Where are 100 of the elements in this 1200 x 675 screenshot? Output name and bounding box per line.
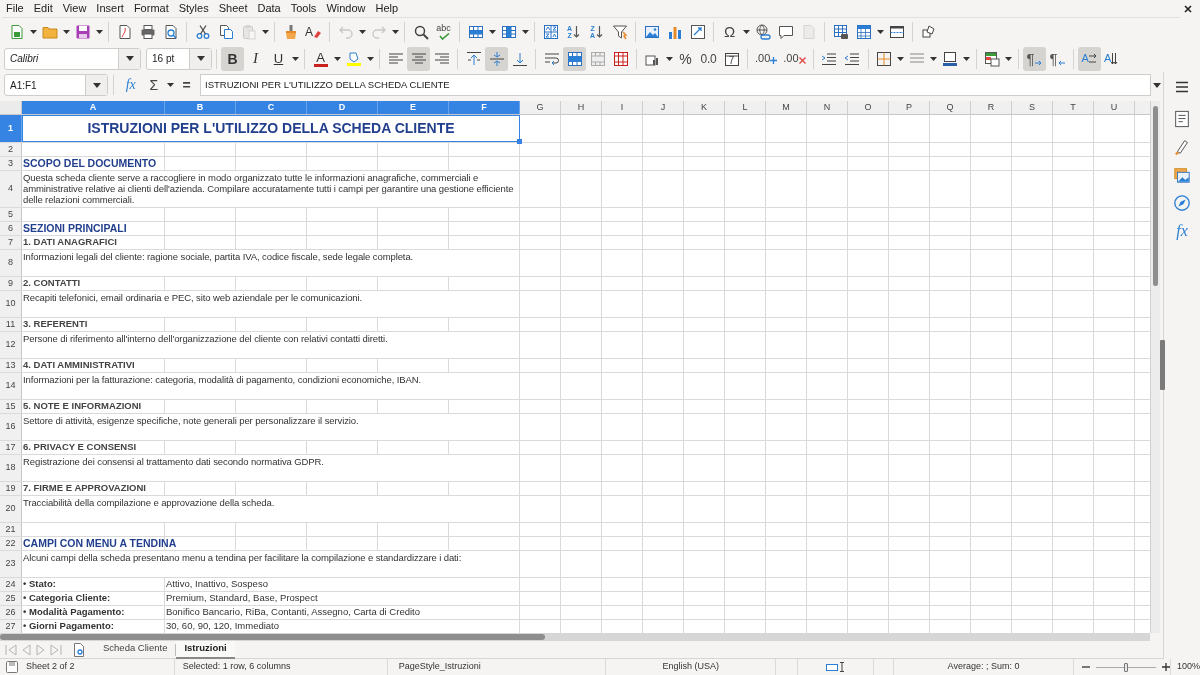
row-header[interactable]: 22 — [0, 537, 22, 550]
column-header[interactable]: Q — [930, 101, 971, 114]
column-header[interactable]: F — [449, 101, 520, 114]
clear-formatting-button[interactable]: A — [302, 19, 325, 44]
close-icon[interactable] — [1184, 4, 1192, 13]
column-header[interactable]: S — [1012, 101, 1053, 114]
column-header[interactable]: R — [971, 101, 1012, 114]
caret-icon[interactable] — [95, 29, 103, 34]
menu-item[interactable]: Data — [252, 0, 286, 17]
caret-icon[interactable] — [125, 56, 134, 61]
zoom-in-icon[interactable] — [1161, 663, 1170, 671]
column-header[interactable]: J — [643, 101, 684, 114]
column-header[interactable]: I — [602, 101, 643, 114]
menu-item[interactable]: Edit — [28, 0, 58, 17]
caret-icon[interactable] — [963, 56, 971, 61]
row-header[interactable]: 20 — [0, 496, 22, 522]
date-button[interactable]: 7 — [720, 46, 743, 71]
caret-icon[interactable] — [196, 56, 205, 61]
text-tb-button[interactable]: A — [1100, 46, 1124, 71]
sheet-tab[interactable]: Scheda Cliente — [95, 640, 176, 659]
row-header[interactable]: 14 — [0, 373, 22, 399]
spelling-button[interactable]: abc — [432, 19, 455, 44]
bold-button[interactable]: B — [221, 46, 244, 71]
row-header[interactable]: 5 — [0, 208, 22, 221]
menu-item[interactable]: Tools — [285, 0, 322, 17]
caret-icon[interactable] — [742, 29, 750, 34]
row-header[interactable]: 4 — [0, 171, 22, 207]
caret-icon[interactable] — [62, 29, 70, 34]
select-all-corner[interactable] — [0, 101, 22, 114]
row-header[interactable]: 13 — [0, 359, 22, 372]
font-name-field[interactable]: Calibri — [4, 47, 141, 70]
column-header[interactable]: G — [520, 101, 561, 114]
row-header[interactable]: 23 — [0, 551, 22, 577]
sum-button[interactable]: Σ — [142, 73, 166, 97]
row-header[interactable]: 6 — [0, 222, 22, 235]
zoom-slider-thumb[interactable] — [1123, 662, 1128, 672]
column-header[interactable]: U — [1094, 101, 1135, 114]
horizontal-scrollbar[interactable] — [0, 633, 1150, 641]
row-header[interactable]: 26 — [0, 606, 22, 619]
save-status-icon[interactable] — [6, 661, 18, 673]
row-header[interactable]: 21 — [0, 523, 22, 536]
row-header[interactable]: 2 — [0, 143, 22, 156]
ltr-button[interactable]: ¶ — [1022, 46, 1046, 71]
column-header[interactable]: O — [848, 101, 889, 114]
column-header[interactable]: B — [165, 101, 236, 114]
sidebar-handle[interactable] — [1160, 340, 1165, 390]
menu-item[interactable]: Sheet — [213, 0, 253, 17]
menu-item[interactable]: Styles — [173, 0, 214, 17]
caret-icon[interactable] — [521, 29, 529, 34]
row-header[interactable]: 24 — [0, 578, 22, 591]
caret-icon[interactable] — [166, 83, 174, 87]
expand-icon[interactable] — [1153, 82, 1162, 88]
last-sheet-icon[interactable] — [49, 643, 63, 656]
caret-icon[interactable] — [488, 29, 496, 34]
caret-icon[interactable] — [930, 56, 938, 61]
add-decimal-button[interactable]: .00 — [752, 46, 781, 71]
caret-icon[interactable] — [291, 56, 299, 61]
column-header[interactable]: N — [807, 101, 848, 114]
formula-button[interactable]: = — [175, 73, 199, 97]
row-header[interactable]: 27 — [0, 620, 22, 633]
menu-icon[interactable] — [1175, 81, 1189, 93]
fill-handle[interactable] — [517, 139, 522, 144]
number-button[interactable]: 0.0 — [697, 46, 720, 71]
functions-deck-button[interactable]: fx — [1169, 218, 1195, 244]
formula-input[interactable]: ISTRUZIONI PER L'UTILIZZO DELLA SCHEDA CLIENTE — [200, 74, 1152, 96]
row-header[interactable]: 19 — [0, 482, 22, 495]
caret-icon[interactable] — [1005, 56, 1013, 61]
caret-icon[interactable] — [333, 56, 341, 61]
name-box[interactable]: A1:F1 — [4, 74, 109, 96]
font-color-button[interactable]: A — [309, 46, 332, 71]
row-header[interactable]: 7 — [0, 236, 22, 249]
merge-center-button[interactable] — [563, 46, 586, 71]
column-header[interactable]: L — [725, 101, 766, 114]
column-header[interactable] — [1135, 101, 1150, 114]
column-header[interactable]: C — [236, 101, 307, 114]
row-header[interactable]: 17 — [0, 441, 22, 454]
zoom-out-icon[interactable] — [1081, 663, 1090, 671]
delete-decimal-button[interactable]: .00 — [780, 46, 809, 71]
special-character-button[interactable]: Ω — [718, 19, 741, 44]
menu-item[interactable]: Help — [370, 0, 404, 17]
column-header[interactable]: P — [889, 101, 930, 114]
caret-icon[interactable] — [897, 56, 905, 61]
underline-button[interactable]: U — [267, 46, 290, 71]
column-header[interactable]: M — [766, 101, 807, 114]
row-header[interactable]: 12 — [0, 332, 22, 358]
font-size-field[interactable]: 16 pt — [146, 47, 212, 70]
row-header[interactable]: 11 — [0, 318, 22, 331]
add-sheet-icon[interactable] — [73, 642, 85, 657]
column-header[interactable]: T — [1053, 101, 1094, 114]
column-header[interactable]: E — [378, 101, 449, 114]
menu-item[interactable]: View — [57, 0, 92, 17]
percent-button[interactable]: % — [674, 46, 697, 71]
caret-icon[interactable] — [366, 56, 374, 61]
caret-icon[interactable] — [876, 29, 884, 34]
column-header[interactable]: D — [307, 101, 378, 114]
row-header[interactable]: 1 — [0, 115, 22, 142]
first-sheet-icon[interactable] — [4, 643, 18, 656]
italic-button[interactable]: I — [244, 46, 267, 71]
menu-item[interactable]: Insert — [91, 0, 129, 17]
caret-icon[interactable] — [665, 56, 673, 61]
